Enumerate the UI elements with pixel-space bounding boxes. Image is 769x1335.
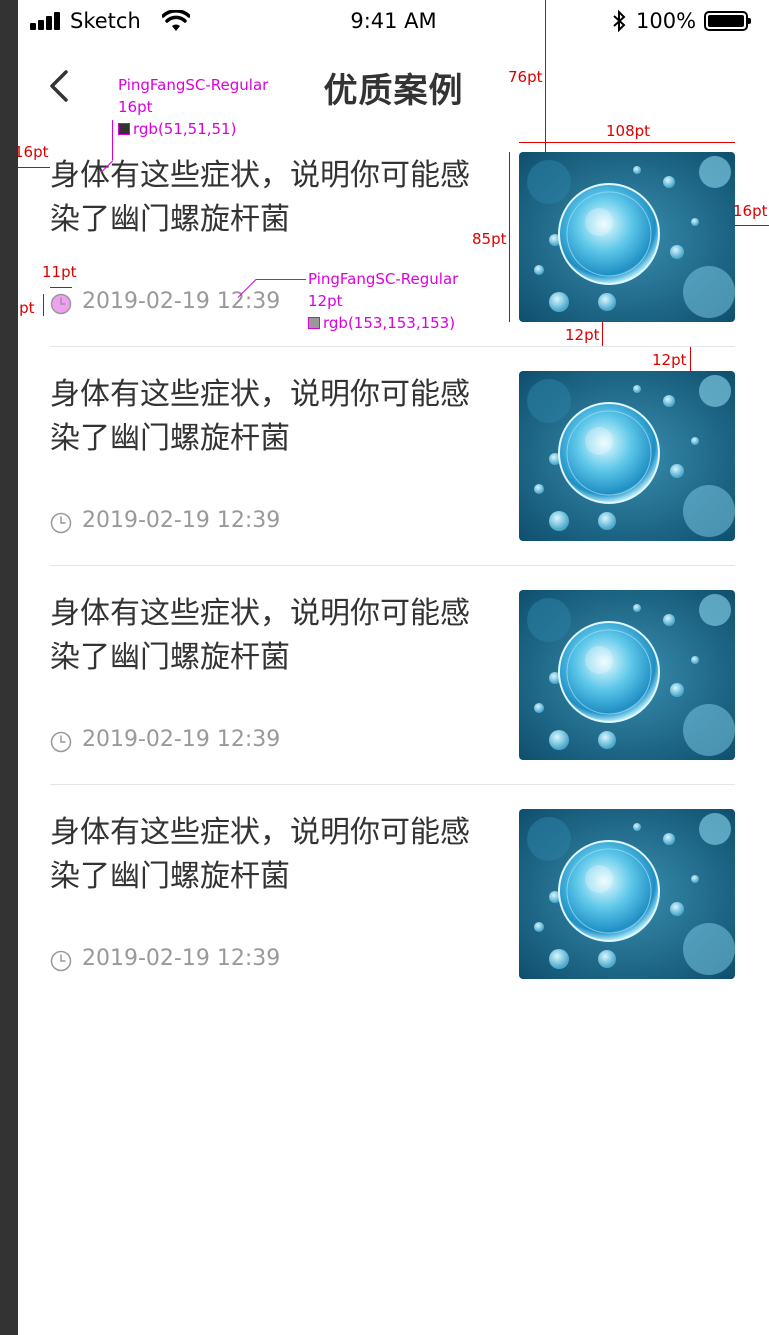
article-title: 身体有这些症状，说明你可能感染了幽门螺旋杆菌 (50, 158, 470, 237)
annotation-leader (256, 279, 306, 280)
annotation-left-margin: 16pt (18, 143, 49, 161)
bluetooth-icon (613, 9, 626, 33)
article-date: 2019-02-19 12:39 (82, 727, 281, 752)
annotation-date-font: PingFangSC-Regular (308, 270, 459, 288)
cell-microscope-image[interactable] (519, 590, 735, 760)
article-title: 身体有这些症状，说明你可能感染了幽门螺旋杆菌 (50, 377, 470, 456)
annotation-title-size: 16pt (118, 98, 153, 116)
clock-icon (50, 293, 72, 315)
battery-icon (704, 11, 751, 31)
article-date: 2019-02-19 12:39 (82, 946, 281, 971)
article-title: 身体有这些症状，说明你可能感染了幽门螺旋杆菌 (50, 596, 470, 675)
annotation-leader (112, 120, 113, 160)
article-date: 2019-02-19 12:39 (82, 508, 281, 533)
annotation-line (602, 322, 603, 346)
clock-icon (50, 512, 72, 534)
annotation-date-size: 12pt (308, 292, 343, 310)
annotation-line (43, 294, 44, 316)
battery-percent: 100% (636, 9, 697, 33)
annotation-image-width: 108pt (606, 122, 651, 140)
article-list: 身体有这些症状，说明你可能感染了幽门螺旋杆菌 2019-02-19 12:39 (18, 128, 769, 1004)
annotation-title-color: rgb(51,51,51) (118, 120, 236, 138)
cell-microscope-image[interactable] (519, 371, 735, 541)
annotation-icon-width: 11pt (42, 263, 77, 281)
annotation-right-margin: 16pt (733, 202, 768, 220)
annotation-title-font: PingFangSC-Regular (118, 76, 269, 94)
annotation-item-gap: 12pt (652, 351, 687, 369)
annotation-bottom-gap: 12pt (565, 326, 600, 344)
list-item[interactable]: 身体有这些症状，说明你可能感染了幽门螺旋杆菌 2019-02-19 12:39 (18, 347, 769, 566)
article-date: 2019-02-19 12:39 (82, 289, 281, 314)
annotation-line (545, 0, 546, 152)
annotation-line (509, 152, 510, 322)
article-title: 身体有这些症状，说明你可能感染了幽门螺旋杆菌 (50, 815, 470, 894)
annotation-line (18, 167, 50, 168)
phone-screen: Sketch 9:41 AM 100% 优质案例 身体有这些症状，说明你可能感染… (18, 0, 769, 1335)
cell-microscope-image[interactable] (519, 809, 735, 979)
annotation-line (50, 287, 72, 288)
annotation-line (690, 347, 691, 371)
annotation-icon-height: 11pt (18, 299, 35, 317)
clock-icon (50, 950, 72, 972)
annotation-nav-height: 76pt (508, 68, 543, 86)
list-item[interactable]: 身体有这些症状，说明你可能感染了幽门螺旋杆菌 2019-02-19 12:39 (18, 566, 769, 785)
annotation-date-color: rgb(153,153,153) (308, 314, 455, 332)
status-bar: Sketch 9:41 AM 100% (18, 0, 769, 44)
cell-microscope-image[interactable] (519, 152, 735, 322)
list-item[interactable]: 身体有这些症状，说明你可能感染了幽门螺旋杆菌 2019-02-19 12:39 (18, 785, 769, 1004)
annotation-line (735, 225, 769, 226)
annotation-line (519, 142, 735, 143)
clock-icon (50, 731, 72, 753)
annotation-image-height: 85pt (472, 230, 507, 248)
